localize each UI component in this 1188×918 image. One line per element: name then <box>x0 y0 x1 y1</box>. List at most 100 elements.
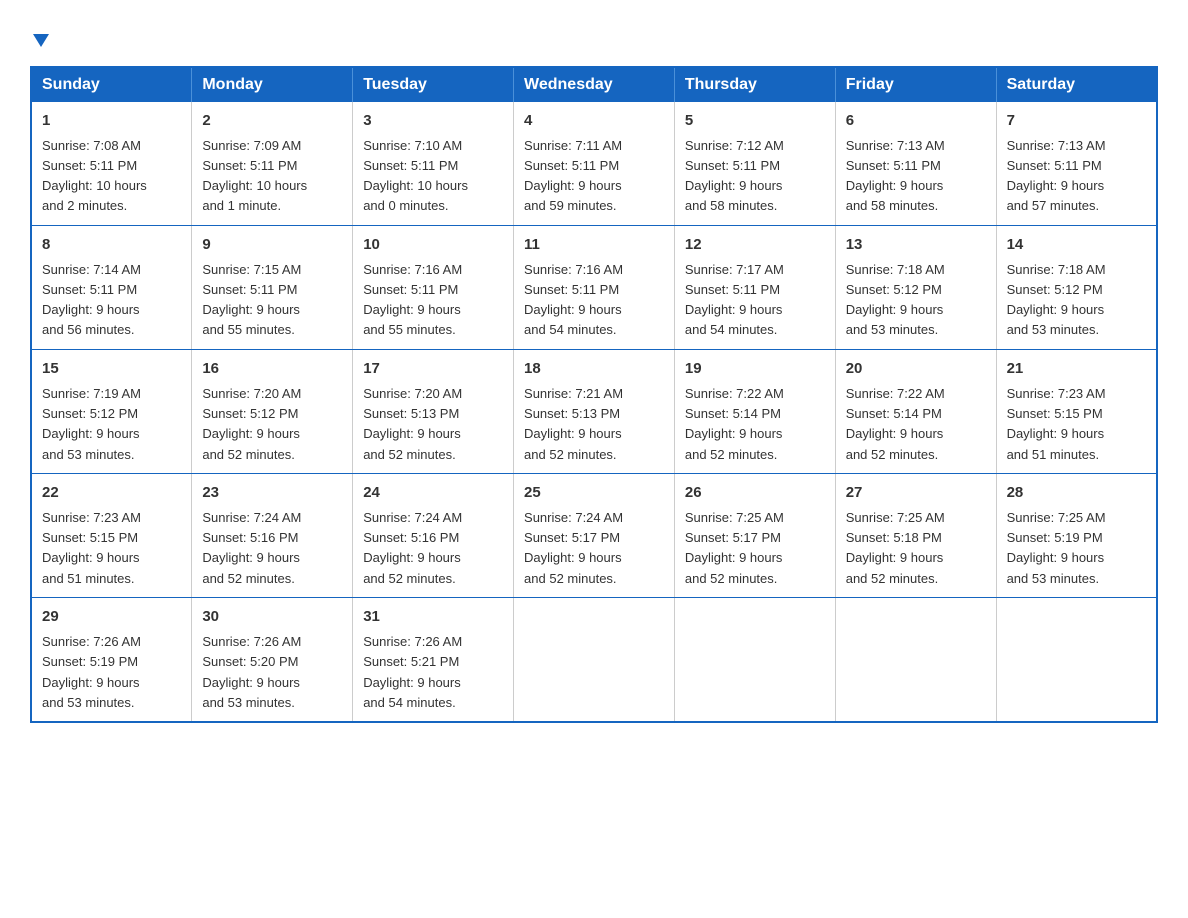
calendar-cell: 8 Sunrise: 7:14 AMSunset: 5:11 PMDayligh… <box>31 225 192 349</box>
cell-content: Sunrise: 7:11 AMSunset: 5:11 PMDaylight:… <box>524 138 622 213</box>
day-number: 8 <box>42 234 181 257</box>
calendar-week-row: 22 Sunrise: 7:23 AMSunset: 5:15 PMDaylig… <box>31 473 1157 597</box>
calendar-cell: 28 Sunrise: 7:25 AMSunset: 5:19 PMDaylig… <box>996 473 1157 597</box>
day-number: 5 <box>685 110 825 133</box>
cell-content: Sunrise: 7:22 AMSunset: 5:14 PMDaylight:… <box>846 386 945 461</box>
calendar-header-tuesday: Tuesday <box>353 67 514 102</box>
calendar-cell: 18 Sunrise: 7:21 AMSunset: 5:13 PMDaylig… <box>514 349 675 473</box>
cell-content: Sunrise: 7:13 AMSunset: 5:11 PMDaylight:… <box>846 138 945 213</box>
day-number: 9 <box>202 234 342 257</box>
calendar-cell: 26 Sunrise: 7:25 AMSunset: 5:17 PMDaylig… <box>674 473 835 597</box>
cell-content: Sunrise: 7:20 AMSunset: 5:13 PMDaylight:… <box>363 386 462 461</box>
day-number: 13 <box>846 234 986 257</box>
day-number: 19 <box>685 358 825 381</box>
day-number: 18 <box>524 358 664 381</box>
calendar-cell <box>514 597 675 722</box>
cell-content: Sunrise: 7:24 AMSunset: 5:16 PMDaylight:… <box>363 510 462 585</box>
cell-content: Sunrise: 7:09 AMSunset: 5:11 PMDaylight:… <box>202 138 307 213</box>
calendar-cell: 6 Sunrise: 7:13 AMSunset: 5:11 PMDayligh… <box>835 102 996 226</box>
calendar-header-thursday: Thursday <box>674 67 835 102</box>
calendar-cell: 10 Sunrise: 7:16 AMSunset: 5:11 PMDaylig… <box>353 225 514 349</box>
cell-content: Sunrise: 7:16 AMSunset: 5:11 PMDaylight:… <box>524 262 623 337</box>
day-number: 25 <box>524 482 664 505</box>
cell-content: Sunrise: 7:13 AMSunset: 5:11 PMDaylight:… <box>1007 138 1106 213</box>
cell-content: Sunrise: 7:18 AMSunset: 5:12 PMDaylight:… <box>1007 262 1106 337</box>
day-number: 27 <box>846 482 986 505</box>
calendar-cell: 1 Sunrise: 7:08 AMSunset: 5:11 PMDayligh… <box>31 102 192 226</box>
calendar-cell: 29 Sunrise: 7:26 AMSunset: 5:19 PMDaylig… <box>31 597 192 722</box>
cell-content: Sunrise: 7:26 AMSunset: 5:20 PMDaylight:… <box>202 634 301 709</box>
cell-content: Sunrise: 7:14 AMSunset: 5:11 PMDaylight:… <box>42 262 141 337</box>
day-number: 14 <box>1007 234 1146 257</box>
calendar-cell: 5 Sunrise: 7:12 AMSunset: 5:11 PMDayligh… <box>674 102 835 226</box>
calendar-header-friday: Friday <box>835 67 996 102</box>
cell-content: Sunrise: 7:12 AMSunset: 5:11 PMDaylight:… <box>685 138 784 213</box>
calendar-cell: 23 Sunrise: 7:24 AMSunset: 5:16 PMDaylig… <box>192 473 353 597</box>
day-number: 30 <box>202 606 342 629</box>
calendar-cell <box>835 597 996 722</box>
day-number: 4 <box>524 110 664 133</box>
cell-content: Sunrise: 7:25 AMSunset: 5:19 PMDaylight:… <box>1007 510 1106 585</box>
cell-content: Sunrise: 7:23 AMSunset: 5:15 PMDaylight:… <box>1007 386 1106 461</box>
calendar-cell: 3 Sunrise: 7:10 AMSunset: 5:11 PMDayligh… <box>353 102 514 226</box>
cell-content: Sunrise: 7:25 AMSunset: 5:17 PMDaylight:… <box>685 510 784 585</box>
logo-triangle-icon <box>33 34 49 47</box>
day-number: 29 <box>42 606 181 629</box>
calendar-table: SundayMondayTuesdayWednesdayThursdayFrid… <box>30 66 1158 723</box>
cell-content: Sunrise: 7:22 AMSunset: 5:14 PMDaylight:… <box>685 386 784 461</box>
cell-content: Sunrise: 7:24 AMSunset: 5:17 PMDaylight:… <box>524 510 623 585</box>
day-number: 17 <box>363 358 503 381</box>
cell-content: Sunrise: 7:08 AMSunset: 5:11 PMDaylight:… <box>42 138 147 213</box>
calendar-header-saturday: Saturday <box>996 67 1157 102</box>
cell-content: Sunrise: 7:18 AMSunset: 5:12 PMDaylight:… <box>846 262 945 337</box>
cell-content: Sunrise: 7:19 AMSunset: 5:12 PMDaylight:… <box>42 386 141 461</box>
cell-content: Sunrise: 7:24 AMSunset: 5:16 PMDaylight:… <box>202 510 301 585</box>
day-number: 28 <box>1007 482 1146 505</box>
calendar-cell <box>996 597 1157 722</box>
calendar-header-row: SundayMondayTuesdayWednesdayThursdayFrid… <box>31 67 1157 102</box>
logo <box>30 20 49 48</box>
cell-content: Sunrise: 7:10 AMSunset: 5:11 PMDaylight:… <box>363 138 468 213</box>
cell-content: Sunrise: 7:17 AMSunset: 5:11 PMDaylight:… <box>685 262 784 337</box>
logo-general-text <box>30 20 49 49</box>
calendar-cell: 7 Sunrise: 7:13 AMSunset: 5:11 PMDayligh… <box>996 102 1157 226</box>
cell-content: Sunrise: 7:20 AMSunset: 5:12 PMDaylight:… <box>202 386 301 461</box>
calendar-cell: 27 Sunrise: 7:25 AMSunset: 5:18 PMDaylig… <box>835 473 996 597</box>
cell-content: Sunrise: 7:26 AMSunset: 5:19 PMDaylight:… <box>42 634 141 709</box>
day-number: 2 <box>202 110 342 133</box>
calendar-cell <box>674 597 835 722</box>
calendar-cell: 12 Sunrise: 7:17 AMSunset: 5:11 PMDaylig… <box>674 225 835 349</box>
calendar-cell: 21 Sunrise: 7:23 AMSunset: 5:15 PMDaylig… <box>996 349 1157 473</box>
calendar-header-monday: Monday <box>192 67 353 102</box>
calendar-cell: 25 Sunrise: 7:24 AMSunset: 5:17 PMDaylig… <box>514 473 675 597</box>
day-number: 20 <box>846 358 986 381</box>
calendar-cell: 24 Sunrise: 7:24 AMSunset: 5:16 PMDaylig… <box>353 473 514 597</box>
cell-content: Sunrise: 7:15 AMSunset: 5:11 PMDaylight:… <box>202 262 301 337</box>
calendar-cell: 4 Sunrise: 7:11 AMSunset: 5:11 PMDayligh… <box>514 102 675 226</box>
calendar-cell: 30 Sunrise: 7:26 AMSunset: 5:20 PMDaylig… <box>192 597 353 722</box>
calendar-cell: 20 Sunrise: 7:22 AMSunset: 5:14 PMDaylig… <box>835 349 996 473</box>
calendar-week-row: 1 Sunrise: 7:08 AMSunset: 5:11 PMDayligh… <box>31 102 1157 226</box>
day-number: 6 <box>846 110 986 133</box>
day-number: 15 <box>42 358 181 381</box>
day-number: 7 <box>1007 110 1146 133</box>
calendar-cell: 13 Sunrise: 7:18 AMSunset: 5:12 PMDaylig… <box>835 225 996 349</box>
calendar-cell: 17 Sunrise: 7:20 AMSunset: 5:13 PMDaylig… <box>353 349 514 473</box>
calendar-header-wednesday: Wednesday <box>514 67 675 102</box>
day-number: 23 <box>202 482 342 505</box>
calendar-cell: 15 Sunrise: 7:19 AMSunset: 5:12 PMDaylig… <box>31 349 192 473</box>
day-number: 16 <box>202 358 342 381</box>
day-number: 31 <box>363 606 503 629</box>
calendar-cell: 9 Sunrise: 7:15 AMSunset: 5:11 PMDayligh… <box>192 225 353 349</box>
cell-content: Sunrise: 7:16 AMSunset: 5:11 PMDaylight:… <box>363 262 462 337</box>
calendar-cell: 14 Sunrise: 7:18 AMSunset: 5:12 PMDaylig… <box>996 225 1157 349</box>
cell-content: Sunrise: 7:26 AMSunset: 5:21 PMDaylight:… <box>363 634 462 709</box>
cell-content: Sunrise: 7:21 AMSunset: 5:13 PMDaylight:… <box>524 386 623 461</box>
calendar-week-row: 15 Sunrise: 7:19 AMSunset: 5:12 PMDaylig… <box>31 349 1157 473</box>
day-number: 11 <box>524 234 664 257</box>
calendar-week-row: 8 Sunrise: 7:14 AMSunset: 5:11 PMDayligh… <box>31 225 1157 349</box>
cell-content: Sunrise: 7:25 AMSunset: 5:18 PMDaylight:… <box>846 510 945 585</box>
day-number: 21 <box>1007 358 1146 381</box>
calendar-cell: 22 Sunrise: 7:23 AMSunset: 5:15 PMDaylig… <box>31 473 192 597</box>
calendar-cell: 11 Sunrise: 7:16 AMSunset: 5:11 PMDaylig… <box>514 225 675 349</box>
